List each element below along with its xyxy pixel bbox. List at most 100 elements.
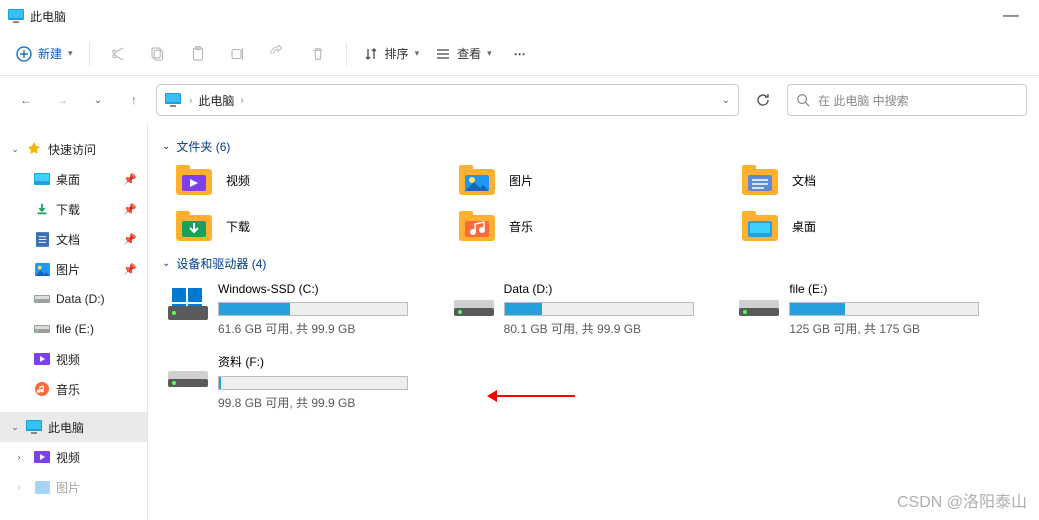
crumb-root[interactable]: 此电脑 <box>198 92 234 109</box>
chevron-down-icon: ▾ <box>487 48 492 59</box>
drive-name: Windows-SSD (C:) <box>218 282 408 296</box>
folder-label: 视频 <box>226 172 250 189</box>
nav-row: ← → ⌄ ↑ › 此电脑 › ⌄ 在 此电脑 中搜索 <box>0 76 1039 124</box>
drive-usage-bar <box>504 302 694 316</box>
drive-freespace: 61.6 GB 可用, 共 99.9 GB <box>218 320 408 337</box>
search-placeholder: 在 此电脑 中搜索 <box>818 92 909 109</box>
sidebar-pc-videos[interactable]: ›视频 <box>0 442 147 472</box>
sidebar-item-documents[interactable]: 文档📌 <box>0 224 147 254</box>
document-icon <box>34 231 50 247</box>
folder-item[interactable]: 音乐 <box>459 211 742 241</box>
section-folders-header[interactable]: ⌄ 文件夹 (6) <box>162 138 1025 155</box>
search-input[interactable]: 在 此电脑 中搜索 <box>787 84 1027 116</box>
picture-icon <box>34 261 50 277</box>
section-devices-header[interactable]: ⌄ 设备和驱动器 (4) <box>162 255 1025 272</box>
sidebar-item-videos[interactable]: 视频 <box>0 344 147 374</box>
video-icon <box>34 351 50 367</box>
music-icon <box>34 381 50 397</box>
chevron-down-icon: ▾ <box>68 48 73 59</box>
delete-button[interactable] <box>300 39 336 69</box>
folder-label: 文档 <box>792 172 816 189</box>
forward-button[interactable]: → <box>48 86 76 114</box>
main-content: ⌄ 文件夹 (6) 视频 图片 文档下载 音乐 桌面 ⌄ 设备和驱动器 (4) Wind… <box>148 124 1039 520</box>
separator <box>346 42 347 66</box>
folder-item[interactable]: 视频 <box>176 165 459 195</box>
drive-name: 资料 (F:) <box>218 353 408 370</box>
chevron-down-icon: ⌄ <box>162 141 170 152</box>
star-icon <box>26 141 42 157</box>
drive-item[interactable]: 资料 (F:) 99.8 GB 可用, 共 99.9 GB <box>168 353 454 411</box>
sidebar-item-data-d[interactable]: Data (D:) <box>0 284 147 314</box>
view-label: 查看 <box>457 45 481 62</box>
annotation-arrow <box>495 395 575 397</box>
drive-freespace: 99.8 GB 可用, 共 99.9 GB <box>218 394 408 411</box>
drive-usage-bar <box>789 302 979 316</box>
new-button[interactable]: 新建 ▾ <box>10 41 79 66</box>
address-bar[interactable]: › 此电脑 › ⌄ <box>156 84 739 116</box>
folder-item[interactable]: 桌面 <box>742 211 1025 241</box>
search-icon <box>796 93 810 107</box>
chevron-down-icon[interactable]: ⌄ <box>722 95 730 106</box>
sidebar-item-downloads[interactable]: 下载📌 <box>0 194 147 224</box>
pin-icon: 📌 <box>123 203 137 216</box>
desktop-icon <box>34 171 50 187</box>
copy-button[interactable] <box>140 39 176 69</box>
folder-item[interactable]: 下载 <box>176 211 459 241</box>
titlebar: 此电脑 — <box>0 0 1039 32</box>
drive-usage-bar <box>218 302 408 316</box>
plus-icon <box>16 46 32 62</box>
section-folders-label: 文件夹 (6) <box>176 138 230 155</box>
sort-button[interactable]: 排序 ▾ <box>357 41 426 66</box>
sidebar-item-music[interactable]: 音乐 <box>0 374 147 404</box>
watermark: CSDN @洛阳泰山 <box>897 488 1027 512</box>
chevron-right-icon: › <box>189 95 192 106</box>
section-devices-label: 设备和驱动器 (4) <box>176 255 266 272</box>
drive-name: file (E:) <box>789 282 979 296</box>
sidebar-pc-pictures[interactable]: ›图片 <box>0 472 147 502</box>
chevron-right-icon: › <box>240 95 243 106</box>
drive-icon <box>34 321 50 337</box>
sidebar-this-pc[interactable]: ⌄ 此电脑 <box>0 412 147 442</box>
minimize-button[interactable]: — <box>991 7 1031 25</box>
sidebar-item-pictures[interactable]: 图片📌 <box>0 254 147 284</box>
recent-button[interactable]: ⌄ <box>84 86 112 114</box>
sidebar: ⌄ 快速访问 桌面📌 下载📌 文档📌 图片📌 Data (D:) file (E… <box>0 124 148 520</box>
share-button[interactable] <box>260 39 296 69</box>
folder-item[interactable]: 文档 <box>742 165 1025 195</box>
folder-label: 音乐 <box>509 218 533 235</box>
view-icon <box>435 46 451 62</box>
cut-button[interactable] <box>100 39 136 69</box>
sidebar-pc-label: 此电脑 <box>48 419 84 436</box>
folder-label: 下载 <box>226 218 250 235</box>
folder-item[interactable]: 图片 <box>459 165 742 195</box>
pin-icon: 📌 <box>123 233 137 246</box>
chevron-down-icon: ⌄ <box>10 144 20 155</box>
window-title: 此电脑 <box>30 8 66 25</box>
refresh-icon <box>755 92 771 108</box>
pin-icon: 📌 <box>123 263 137 276</box>
drive-name: Data (D:) <box>504 282 694 296</box>
folder-label: 图片 <box>509 172 533 189</box>
breadcrumb[interactable]: › 此电脑 › <box>189 92 244 109</box>
view-button[interactable]: 查看 ▾ <box>429 41 498 66</box>
rename-button[interactable] <box>220 39 256 69</box>
video-icon <box>34 449 50 465</box>
toolbar: 新建 ▾ 排序 ▾ 查看 ▾ ⋯ <box>0 32 1039 76</box>
up-button[interactable]: ↑ <box>120 86 148 114</box>
back-button[interactable]: ← <box>12 86 40 114</box>
pc-icon <box>8 9 24 23</box>
more-button[interactable]: ⋯ <box>502 39 538 69</box>
sidebar-item-desktop[interactable]: 桌面📌 <box>0 164 147 194</box>
folder-label: 桌面 <box>792 218 816 235</box>
drive-freespace: 125 GB 可用, 共 175 GB <box>789 320 979 337</box>
refresh-button[interactable] <box>747 84 779 116</box>
sort-label: 排序 <box>385 45 409 62</box>
drive-item[interactable]: Windows-SSD (C:) 61.6 GB 可用, 共 99.9 GB <box>168 282 454 337</box>
download-icon <box>34 201 50 217</box>
chevron-right-icon: › <box>14 452 24 462</box>
sidebar-quick-access[interactable]: ⌄ 快速访问 <box>0 134 147 164</box>
paste-button[interactable] <box>180 39 216 69</box>
drive-item[interactable]: Data (D:)80.1 GB 可用, 共 99.9 GB <box>454 282 740 337</box>
sidebar-item-file-e[interactable]: file (E:) <box>0 314 147 344</box>
drive-item[interactable]: file (E:) 125 GB 可用, 共 175 GB <box>739 282 1025 337</box>
